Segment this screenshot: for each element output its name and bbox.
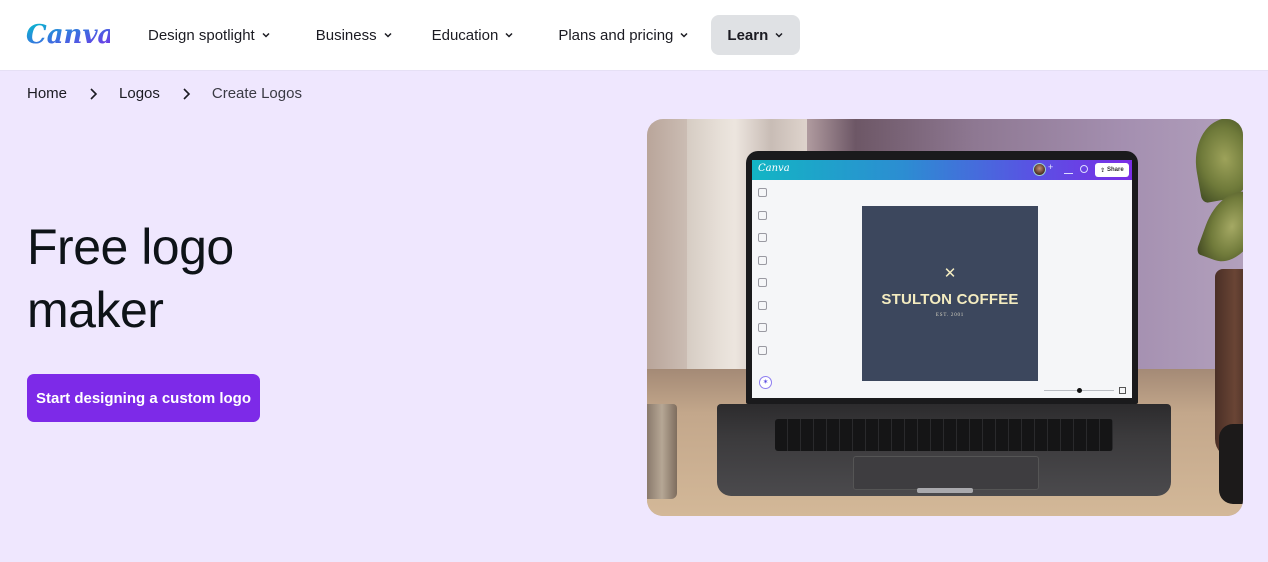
page-title: Free logo maker	[27, 216, 427, 342]
share-button: ⇪ Share	[1095, 163, 1129, 177]
logo-design-subtitle: EST. 2001	[935, 313, 965, 318]
nav-item-label: Learn	[727, 26, 769, 44]
text-icon	[758, 233, 767, 242]
editor-logo: Canva	[758, 163, 790, 174]
start-designing-button[interactable]: Start designing a custom logo	[27, 374, 260, 422]
breadcrumb-create-logos: Create Logos	[211, 85, 302, 102]
logo-design-canvas: ✕ STULTON COFFEE EST. 2001	[862, 206, 1038, 381]
nav-item-business[interactable]: Business	[304, 15, 405, 55]
design-icon	[758, 188, 767, 197]
avatar	[1033, 163, 1046, 176]
nav-item-label: Design spotlight	[148, 26, 255, 44]
projects-icon	[758, 323, 767, 332]
editor-preview: Canva + ⇪ Share ✶ ✕ STULTON COFFEE EST. …	[752, 160, 1132, 398]
top-navigation: Canva Design spotlight Business Educatio…	[0, 0, 1268, 71]
cup-decoration	[647, 404, 677, 499]
page-view-icon	[1119, 387, 1126, 394]
nav-item-plans-and-pricing[interactable]: Plans and pricing	[546, 15, 701, 55]
magic-icon: ✶	[759, 376, 772, 389]
share-label: Share	[1107, 167, 1124, 173]
speaker-decoration	[1219, 424, 1243, 504]
page-title-line-2: maker	[27, 282, 164, 338]
chevron-down-icon	[262, 32, 270, 38]
breadcrumb-home[interactable]: Home	[27, 85, 67, 102]
brand-icon	[758, 255, 767, 265]
breadcrumb-logos[interactable]: Logos	[119, 85, 160, 102]
laptop-base	[717, 404, 1171, 496]
nav-item-education[interactable]: Education	[420, 15, 527, 55]
canva-logo[interactable]: Canva	[26, 14, 114, 54]
uploads-icon	[758, 278, 767, 287]
editor-header: Canva + ⇪ Share	[752, 160, 1132, 180]
canva-logo-text: Canva	[26, 20, 110, 50]
draw-icon	[758, 300, 767, 310]
main-menu: Design spotlight Business Education Plan…	[136, 15, 808, 55]
share-icon: ⇪	[1100, 167, 1107, 174]
comment-icon	[1080, 165, 1088, 173]
breadcrumb: Home Logos Create Logos	[27, 85, 302, 102]
keyboard	[775, 419, 1113, 451]
editor-sidebar	[756, 188, 770, 368]
hero-image: Canva + ⇪ Share ✶ ✕ STULTON COFFEE EST. …	[647, 119, 1243, 516]
logo-design-title: STULTON COFFEE	[881, 291, 1019, 308]
trackpad	[853, 456, 1039, 490]
nav-item-design-spotlight[interactable]: Design spotlight	[136, 15, 283, 55]
chevron-down-icon	[775, 32, 783, 38]
nav-item-label: Business	[315, 26, 377, 44]
page-title-line-1: Free logo	[27, 219, 234, 275]
laptop-screen: Canva + ⇪ Share ✶ ✕ STULTON COFFEE EST. …	[746, 151, 1138, 404]
analytics-icon	[1064, 165, 1073, 174]
crossed-utensils-icon: ✕	[943, 265, 957, 282]
chevron-down-icon	[384, 32, 392, 38]
chevron-down-icon	[505, 32, 513, 38]
apps-icon	[758, 345, 767, 355]
chevron-down-icon	[680, 32, 688, 38]
nav-item-label: Plans and pricing	[558, 26, 674, 44]
plant-leaf-decoration	[1188, 119, 1243, 204]
zoom-slider-knob	[1077, 388, 1082, 393]
nav-item-learn[interactable]: Learn	[711, 15, 801, 55]
elements-icon	[758, 210, 767, 220]
chevron-right-icon	[90, 87, 98, 100]
laptop-notch	[917, 488, 973, 493]
nav-item-label: Education	[431, 26, 499, 44]
plus-icon: +	[1048, 162, 1054, 172]
chevron-right-icon	[183, 87, 191, 100]
